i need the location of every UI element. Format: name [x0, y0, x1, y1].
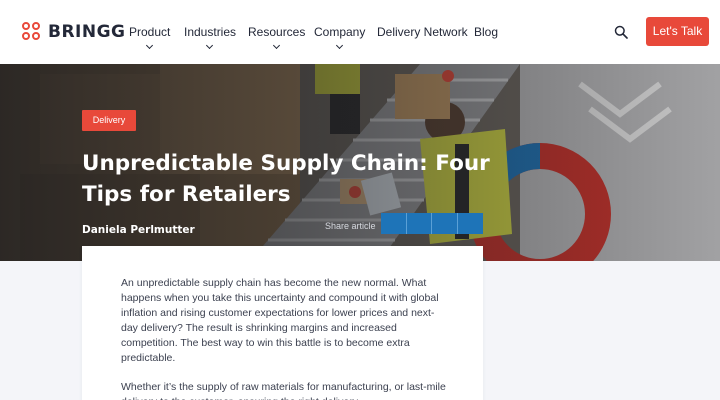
share-buttons	[381, 213, 483, 234]
chevron-down-icon	[145, 41, 153, 50]
facebook-icon[interactable]	[432, 213, 458, 234]
nav-label: Blog	[474, 25, 499, 39]
lets-talk-button[interactable]: Let's Talk	[646, 17, 709, 46]
article-paragraph: An unpredictable supply chain has become…	[121, 277, 439, 364]
brand-name: BRINGG	[48, 22, 126, 42]
email-icon[interactable]	[457, 213, 483, 234]
search-icon[interactable]	[614, 25, 628, 39]
nav-item-product[interactable]: Product	[129, 25, 171, 50]
linkedin-icon[interactable]	[381, 213, 407, 234]
chevron-down-icon	[205, 41, 214, 50]
nav-item-company[interactable]: Company	[314, 25, 366, 50]
brand-logo[interactable]: BRINGG	[22, 22, 126, 42]
article-body: An unpredictable supply chain has become…	[82, 246, 483, 400]
chevron-down-icon	[272, 41, 280, 50]
chevron-down-icon	[335, 41, 343, 50]
nav-item-industries[interactable]: Industries	[184, 25, 237, 50]
brand-logo-icon	[22, 22, 42, 42]
author-name[interactable]: Daniela Perlmutter	[82, 224, 195, 236]
site-header: BRINGG Product Industries Resources Comp…	[0, 0, 720, 64]
share-label: Share article	[325, 221, 376, 231]
nav-item-resources[interactable]: Resources	[248, 25, 306, 50]
nav-label: Delivery Network	[377, 25, 468, 39]
nav-item-delivery-network[interactable]: Delivery Network	[377, 25, 468, 39]
nav-label: Company	[314, 25, 366, 39]
nav-label: Product	[129, 25, 171, 39]
article-title: Unpredictable Supply Chain: Four Tips fo…	[82, 151, 490, 207]
category-badge[interactable]: Delivery	[82, 110, 136, 131]
nav-label: Industries	[184, 25, 237, 39]
twitter-icon[interactable]	[406, 213, 432, 234]
hero-banner: Delivery Unpredictable Supply Chain: Fou…	[0, 64, 720, 261]
nav-label: Resources	[248, 25, 306, 39]
article-paragraph: Whether it’s the supply of raw materials…	[121, 381, 446, 400]
nav-item-blog[interactable]: Blog	[474, 25, 498, 39]
